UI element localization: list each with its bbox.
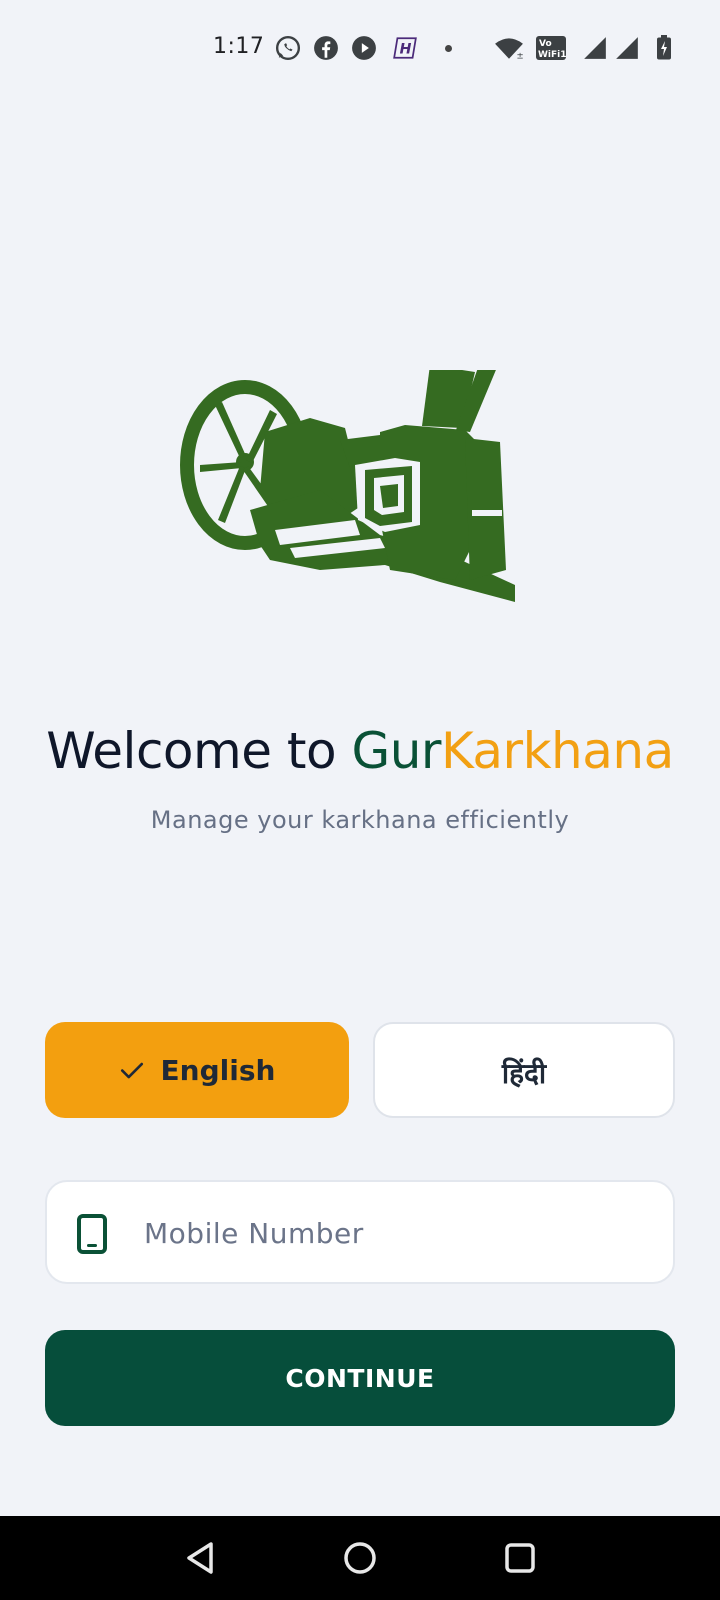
mobile-number-field[interactable] — [45, 1180, 675, 1284]
welcome-prefix: Welcome to — [46, 722, 352, 780]
language-hindi-button[interactable]: हिंदी — [373, 1022, 675, 1118]
battery-charging-icon — [657, 35, 671, 60]
facebook-icon — [314, 36, 338, 60]
notification-dot — [445, 45, 452, 52]
mobile-number-input[interactable] — [142, 1206, 646, 1260]
whatsapp-icon — [275, 35, 301, 61]
status-bar: 1:17 H ± Vo WiFi1 — [0, 30, 720, 66]
language-english-label: English — [160, 1053, 276, 1087]
signal-icon — [584, 37, 606, 59]
continue-label: CONTINUE — [285, 1363, 435, 1393]
vowifi-icon: Vo WiFi1 — [536, 36, 567, 60]
brand-name-karkhana: Karkhana — [440, 722, 674, 780]
status-time: 1:17 — [213, 34, 265, 59]
continue-button[interactable]: CONTINUE — [45, 1330, 675, 1426]
svg-text:H: H — [400, 41, 412, 57]
welcome-title: Welcome to GurKarkhana — [0, 722, 720, 780]
youtube-icon — [352, 36, 376, 60]
language-english-button[interactable]: English — [45, 1022, 349, 1118]
signal-icon — [616, 37, 638, 59]
back-icon[interactable] — [181, 1538, 221, 1578]
check-icon — [120, 1062, 143, 1079]
home-icon[interactable] — [340, 1538, 380, 1578]
svg-text:Vo: Vo — [539, 39, 552, 49]
tagline: Manage your karkhana efficiently — [150, 806, 570, 834]
svg-text:±: ± — [517, 52, 524, 61]
recents-icon[interactable] — [500, 1538, 540, 1578]
wifi-icon: ± — [495, 38, 524, 61]
language-hindi-label: हिंदी — [501, 1057, 547, 1090]
svg-text:WiFi1: WiFi1 — [538, 50, 567, 60]
navigation-bar — [0, 1516, 720, 1600]
brand-name-gur: Gur — [351, 722, 441, 780]
sugarcane-crusher-illustration — [180, 370, 515, 602]
phone-icon — [77, 1214, 107, 1254]
hotstar-icon: H — [393, 37, 417, 59]
